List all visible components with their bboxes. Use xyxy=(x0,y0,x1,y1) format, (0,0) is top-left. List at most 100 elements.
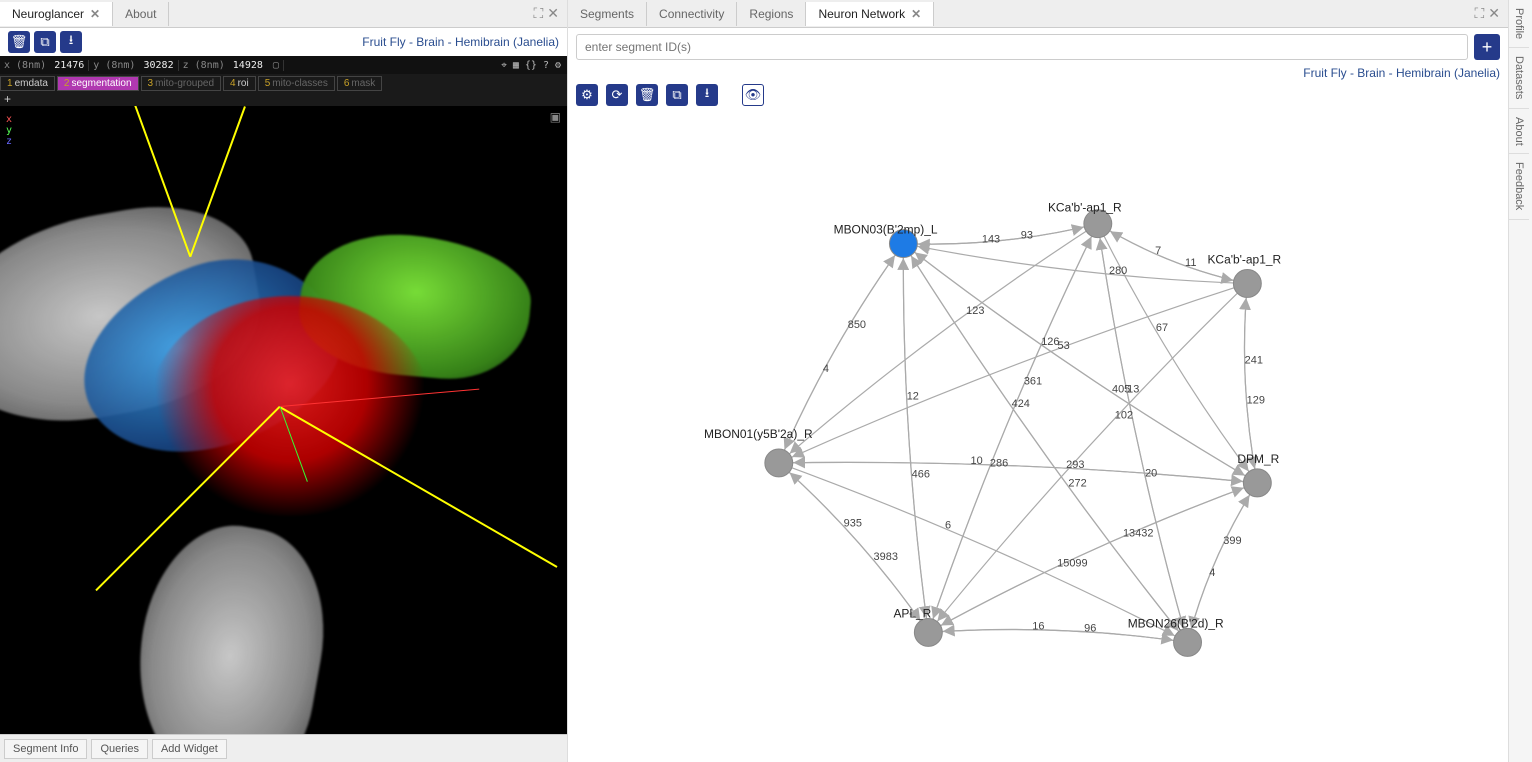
download-icon[interactable]: ⭳ xyxy=(60,31,82,53)
graph-edge[interactable] xyxy=(903,244,928,633)
graph-edge-label: 6 xyxy=(945,520,951,532)
graph-edge-label: 143 xyxy=(982,233,1000,245)
coord-x[interactable]: x (8nm) 21476 xyxy=(0,60,89,71)
side-tab[interactable]: About xyxy=(1509,109,1529,155)
graph-edge-label: 53 xyxy=(1058,340,1070,352)
graph-edge[interactable] xyxy=(928,483,1257,633)
axis-labels: x y z xyxy=(6,114,12,147)
graph-edge-label: 102 xyxy=(1115,410,1133,422)
ng-tool-icon[interactable]: ⌖ xyxy=(501,60,507,71)
graph-node-label: APL_R xyxy=(893,606,931,620)
graph-edge-label: 16 xyxy=(1032,621,1044,633)
bottom-button[interactable]: Add Widget xyxy=(152,739,227,759)
ng-layer[interactable]: 3mito-grouped xyxy=(141,76,221,91)
ng-layer[interactable]: 1emdata xyxy=(0,76,55,91)
graph-edge[interactable] xyxy=(928,224,1097,633)
graph-edge-label: 293 xyxy=(1066,459,1084,471)
graph-edge-label: 4 xyxy=(1209,567,1215,579)
network-graph[interactable]: 1437938501212642412336167131124128053102… xyxy=(568,114,1508,762)
graph-edge-label: 13432 xyxy=(1123,528,1153,540)
mesh-white xyxy=(119,512,341,734)
graph-edge-label: 399 xyxy=(1223,535,1241,547)
gear-icon[interactable]: ⚙ xyxy=(576,84,598,106)
refresh-icon[interactable]: ⟳ xyxy=(606,84,628,106)
left-pane: Neuroglancer✕About ⛶ ✕ 🗑 ⧉ ⭳ Fruit Fly -… xyxy=(0,0,568,762)
bottom-button[interactable]: Queries xyxy=(91,739,148,759)
bottom-button[interactable]: Segment Info xyxy=(4,739,87,759)
ng-layer[interactable]: 6mask xyxy=(337,76,382,91)
left-tab[interactable]: Neuroglancer✕ xyxy=(0,2,113,26)
graph-node-label: KCa'b'-ap1_R xyxy=(1207,253,1281,267)
right-tab[interactable]: Regions xyxy=(737,2,806,26)
ng-layer[interactable]: 2segmentation xyxy=(57,76,139,91)
close-icon[interactable]: ✕ xyxy=(90,7,100,21)
ng-gear-icon[interactable]: ⚙ xyxy=(555,60,561,71)
graph-node[interactable] xyxy=(1174,628,1202,656)
graph-edge[interactable] xyxy=(928,630,1187,643)
graph-edge-label: 96 xyxy=(1084,623,1096,635)
copy-icon[interactable]: ⧉ xyxy=(34,31,56,53)
graph-node[interactable] xyxy=(914,618,942,646)
graph-edge-label: 10 xyxy=(970,455,982,467)
coord-z[interactable]: z (8nm) 14928 ▢ xyxy=(179,60,284,71)
graph-edge[interactable] xyxy=(903,244,1257,483)
viewport-maximize-icon[interactable]: ▣ xyxy=(550,110,561,124)
graph-edge-label: 4 xyxy=(823,363,829,375)
graph-edge[interactable] xyxy=(779,283,1248,462)
coord-y[interactable]: y (8nm) 30282 xyxy=(89,60,178,71)
graph-edge[interactable] xyxy=(779,463,1188,642)
graph-node[interactable] xyxy=(765,449,793,477)
expand-icon[interactable]: ⛶ xyxy=(1474,5,1484,22)
graph-edge[interactable] xyxy=(903,244,1257,483)
download-icon[interactable]: ⭳ xyxy=(696,84,718,106)
graph-edge-label: 850 xyxy=(848,319,866,331)
graph-node[interactable] xyxy=(1243,469,1271,497)
segment-search-input[interactable] xyxy=(576,34,1468,60)
ng-layer[interactable]: 5mito-classes xyxy=(258,76,335,91)
close-icon[interactable]: ✕ xyxy=(911,7,921,21)
expand-icon[interactable]: ⛶ xyxy=(533,5,543,22)
graph-edge-label: 11 xyxy=(1185,257,1196,269)
left-toolbar: 🗑 ⧉ ⭳ Fruit Fly - Brain - Hemibrain (Jan… xyxy=(0,28,567,56)
search-row: + xyxy=(568,28,1508,66)
side-tab[interactable]: Profile xyxy=(1509,0,1529,48)
trash-icon[interactable]: 🗑 xyxy=(8,31,30,53)
ng-tool-icon[interactable]: ? xyxy=(543,60,549,71)
trash-icon[interactable]: 🗑 xyxy=(636,84,658,106)
side-tab[interactable]: Feedback xyxy=(1509,154,1529,219)
network-toolbar: ⚙ ⟳ 🗑 ⧉ ⭳ 👁 xyxy=(568,84,1508,114)
graph-node[interactable] xyxy=(1233,270,1261,298)
close-icon[interactable]: ✕ xyxy=(547,5,559,22)
ng-tool-icon[interactable]: {} xyxy=(525,60,537,71)
left-tab[interactable]: About xyxy=(113,2,169,26)
graph-edge-label: 286 xyxy=(990,457,1008,469)
graph-node-label: DPM_R xyxy=(1237,452,1279,466)
copy-icon[interactable]: ⧉ xyxy=(666,84,688,106)
add-layer-button[interactable]: + xyxy=(0,92,11,106)
ng-tool-icon[interactable]: ▦ xyxy=(513,60,519,71)
close-icon[interactable]: ✕ xyxy=(1488,5,1500,22)
right-pane: SegmentsConnectivityRegionsNeuron Networ… xyxy=(568,0,1508,762)
graph-node-label: KCa'b'-ap1_R xyxy=(1048,201,1122,215)
graph-edge[interactable] xyxy=(928,224,1097,633)
graph-edge[interactable] xyxy=(779,462,1258,483)
graph-edge[interactable] xyxy=(928,630,1187,643)
dataset-label: Fruit Fly - Brain - Hemibrain (Janelia) xyxy=(1303,66,1500,80)
graph-edge-label: 280 xyxy=(1109,265,1127,277)
graph-edge[interactable] xyxy=(903,244,928,633)
graph-edge-label: 272 xyxy=(1068,478,1086,490)
left-tab-bar: Neuroglancer✕About ⛶ ✕ xyxy=(0,0,567,28)
graph-edge-label: 424 xyxy=(1012,398,1030,410)
right-tab[interactable]: Neuron Network✕ xyxy=(806,2,934,26)
ng-3d-viewport[interactable]: x y z ▣ xyxy=(0,106,567,734)
graph-edge-label: 15099 xyxy=(1057,557,1087,569)
add-segment-button[interactable]: + xyxy=(1474,34,1500,60)
graph-edge-label: 93 xyxy=(1021,229,1033,241)
ng-layer[interactable]: 4roi xyxy=(223,76,256,91)
right-tab[interactable]: Connectivity xyxy=(647,2,737,26)
graph-edge-label: 405 xyxy=(1112,384,1130,396)
graph-edge[interactable] xyxy=(928,483,1257,633)
side-tab[interactable]: Datasets xyxy=(1509,48,1529,108)
right-tab[interactable]: Segments xyxy=(568,2,647,26)
eye-icon[interactable]: 👁 xyxy=(742,84,764,106)
